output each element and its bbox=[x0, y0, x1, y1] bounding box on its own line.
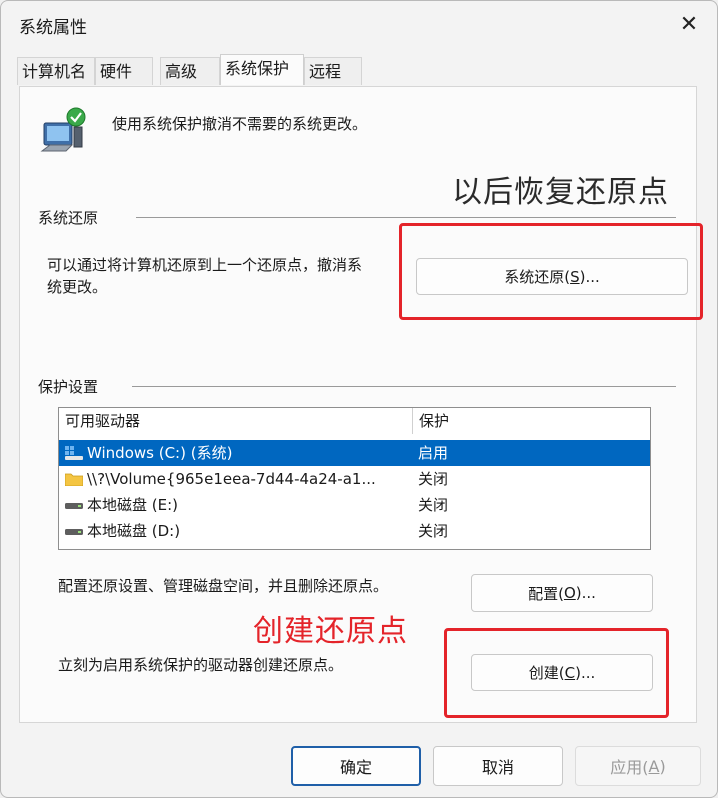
highlight-box-create bbox=[444, 628, 669, 718]
apply-button-suffix: ) bbox=[659, 756, 666, 776]
cancel-button[interactable]: 取消 bbox=[433, 746, 563, 786]
ok-button[interactable]: 确定 bbox=[291, 746, 421, 786]
system-restore-description: 可以通过将计算机还原到上一个还原点，撤消系 统更改。 bbox=[47, 254, 362, 298]
drive-protection-status: 启用 bbox=[418, 444, 449, 462]
tab-computer-name[interactable]: 计算机名 bbox=[17, 57, 95, 85]
drive-name: 本地磁盘 (E:) bbox=[87, 496, 179, 514]
section-divider bbox=[136, 217, 676, 218]
table-row-drive-c[interactable]: Windows (C:) (系统) 启用 bbox=[59, 440, 650, 466]
drive-protection-status: 关闭 bbox=[418, 496, 449, 514]
drive-name: 本地磁盘 (D:) bbox=[87, 522, 181, 540]
column-header-drives[interactable]: 可用驱动器 bbox=[59, 408, 412, 434]
drive-protection-status: 关闭 bbox=[418, 470, 449, 488]
configure-description: 配置还原设置、管理磁盘空间，并且删除还原点。 bbox=[58, 577, 389, 595]
drive-name: Windows (C:) (系统) bbox=[87, 444, 233, 462]
close-icon: ✕ bbox=[679, 11, 699, 37]
configure-button-label: 配置( bbox=[528, 584, 564, 603]
system-restore-section-label: 系统还原 bbox=[38, 209, 99, 227]
table-row-drive-d[interactable]: 本地磁盘 (D:) 关闭 bbox=[59, 518, 650, 544]
window-title: 系统属性 bbox=[19, 18, 87, 38]
intro-text: 使用系统保护撤消不需要的系统更改。 bbox=[112, 115, 368, 133]
system-protection-icon bbox=[40, 107, 86, 152]
highlight-box-restore bbox=[399, 223, 703, 320]
available-drives-table[interactable]: 可用驱动器 保护 Windows (C:) (系统) 启用 \\?\Volume… bbox=[58, 407, 651, 550]
hard-drive-icon bbox=[65, 503, 83, 509]
configure-button-key: O bbox=[563, 584, 576, 602]
create-description: 立刻为启用系统保护的驱动器创建还原点。 bbox=[58, 656, 344, 674]
annotation-create-restore-point: 创建还原点 bbox=[253, 614, 408, 649]
system-drive-icon bbox=[65, 446, 83, 460]
tab-remote[interactable]: 远程 bbox=[304, 57, 362, 85]
column-header-protection[interactable]: 保护 bbox=[413, 408, 650, 434]
apply-button-label: 应用( bbox=[610, 758, 649, 777]
apply-button[interactable]: 应用(A) bbox=[575, 746, 701, 786]
table-row-drive-volume[interactable]: \\?\Volume{965e1eea-7d44-4a24-a1... 关闭 bbox=[59, 466, 650, 492]
table-row-drive-e[interactable]: 本地磁盘 (E:) 关闭 bbox=[59, 492, 650, 518]
system-properties-window: 系统属性 ✕ 计算机名 硬件 高级 系统保护 远程 使用系统保护撤消不需要的系统… bbox=[0, 0, 718, 798]
configure-button-suffix: )... bbox=[575, 584, 596, 602]
tab-hardware[interactable]: 硬件 bbox=[95, 57, 153, 85]
annotation-restore-later: 以后恢复还原点 bbox=[452, 175, 669, 210]
section-divider bbox=[132, 386, 676, 387]
drive-protection-status: 关闭 bbox=[418, 522, 449, 540]
folder-icon bbox=[65, 473, 83, 486]
title-bar: 系统属性 ✕ bbox=[1, 1, 717, 45]
system-restore-desc-line2: 统更改。 bbox=[47, 278, 108, 296]
protection-settings-section-label: 保护设置 bbox=[38, 378, 99, 396]
configure-button[interactable]: 配置(O)... bbox=[471, 574, 653, 612]
tab-system-protection[interactable]: 系统保护 bbox=[220, 54, 304, 85]
close-button[interactable]: ✕ bbox=[669, 7, 709, 41]
apply-button-key: A bbox=[648, 756, 660, 776]
tab-advanced[interactable]: 高级 bbox=[160, 57, 220, 85]
drive-name: \\?\Volume{965e1eea-7d44-4a24-a1... bbox=[87, 470, 376, 488]
system-restore-desc-line1: 可以通过将计算机还原到上一个还原点，撤消系 bbox=[47, 256, 363, 274]
hard-drive-icon bbox=[65, 529, 83, 535]
